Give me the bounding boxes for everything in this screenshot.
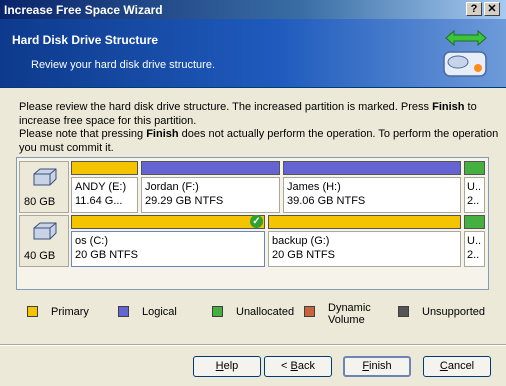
disk-resize-icon	[443, 29, 487, 77]
partition-type-bar	[71, 161, 138, 175]
help-icon-button[interactable]: ?	[466, 2, 482, 16]
partition-name: backup (G:)	[272, 235, 330, 247]
page-subtitle: Review your hard disk drive structure.	[31, 59, 216, 71]
hard-disk-icon	[33, 222, 57, 240]
separator	[0, 344, 506, 346]
disk-cell[interactable]: 40 GB	[19, 215, 69, 267]
partition-name: U..	[467, 235, 482, 247]
back-button[interactable]: < Back	[264, 356, 332, 377]
legend: Primary Logical Unallocated Dynamic Volu…	[0, 300, 506, 330]
partition-type-bar	[464, 161, 485, 175]
checkmark-icon: ✓	[250, 215, 263, 228]
wizard-header: Hard Disk Drive Structure Review your ha…	[0, 19, 506, 88]
disk-row: 80 GB ANDY (E:) 11.64 G... Jordan (F:) 2…	[19, 161, 487, 213]
partition-info: 2..	[467, 195, 480, 207]
partition-james[interactable]: James (H:) 39.06 GB NTFS	[283, 161, 461, 213]
title-bar: Increase Free Space Wizard ? ✕	[0, 0, 506, 19]
partition-name: Jordan (F:)	[145, 181, 199, 193]
help-button[interactable]: Help	[193, 356, 261, 377]
partition-info: 20 GB NTFS	[272, 249, 335, 261]
partition-type-bar	[71, 215, 265, 229]
legend-swatch	[27, 306, 38, 317]
partition-name: os (C:)	[75, 235, 108, 247]
partition-type-bar	[268, 215, 461, 229]
partition-info: 29.29 GB NTFS	[145, 195, 224, 207]
disk-cell[interactable]: 80 GB	[19, 161, 69, 213]
disk-structure-view: 80 GB ANDY (E:) 11.64 G... Jordan (F:) 2…	[16, 157, 489, 290]
legend-swatch	[304, 306, 315, 317]
close-icon-button[interactable]: ✕	[484, 2, 500, 16]
disk-row: 40 GB ✓ os (C:) 20 GB NTFS backup (G:) 2…	[19, 215, 487, 267]
partition-info: 39.06 GB NTFS	[287, 195, 366, 207]
partition-type-bar	[464, 215, 485, 229]
partition-info: 2..	[467, 249, 480, 261]
legend-swatch	[212, 306, 223, 317]
legend-swatch	[398, 306, 409, 317]
page-title: Hard Disk Drive Structure	[12, 33, 159, 47]
partition-name: ANDY (E:)	[75, 181, 127, 193]
partition-andy[interactable]: ANDY (E:) 11.64 G...	[71, 161, 138, 213]
partition-backup[interactable]: backup (G:) 20 GB NTFS	[268, 215, 461, 267]
partition-type-bar	[141, 161, 280, 175]
hard-disk-icon	[33, 168, 57, 186]
disk-size: 40 GB	[24, 250, 56, 262]
partition-name: U..	[467, 181, 482, 193]
disk-size: 80 GB	[24, 196, 56, 208]
instructions: Please review the hard disk drive struct…	[19, 101, 499, 154]
finish-button[interactable]: Finish	[343, 356, 411, 377]
partition-jordan[interactable]: Jordan (F:) 29.29 GB NTFS	[141, 161, 280, 213]
cancel-button[interactable]: Cancel	[423, 356, 491, 377]
partition-unallocated[interactable]: U.. 2..	[464, 161, 485, 213]
window-title: Increase Free Space Wizard	[4, 3, 163, 17]
partition-type-bar	[283, 161, 461, 175]
partition-unallocated[interactable]: U.. 2..	[464, 215, 485, 267]
partition-info: 20 GB NTFS	[75, 249, 138, 261]
partition-name: James (H:)	[287, 181, 341, 193]
partition-info: 11.64 G...	[75, 195, 123, 207]
legend-swatch	[118, 306, 129, 317]
partition-os-marked[interactable]: ✓ os (C:) 20 GB NTFS	[71, 215, 265, 267]
